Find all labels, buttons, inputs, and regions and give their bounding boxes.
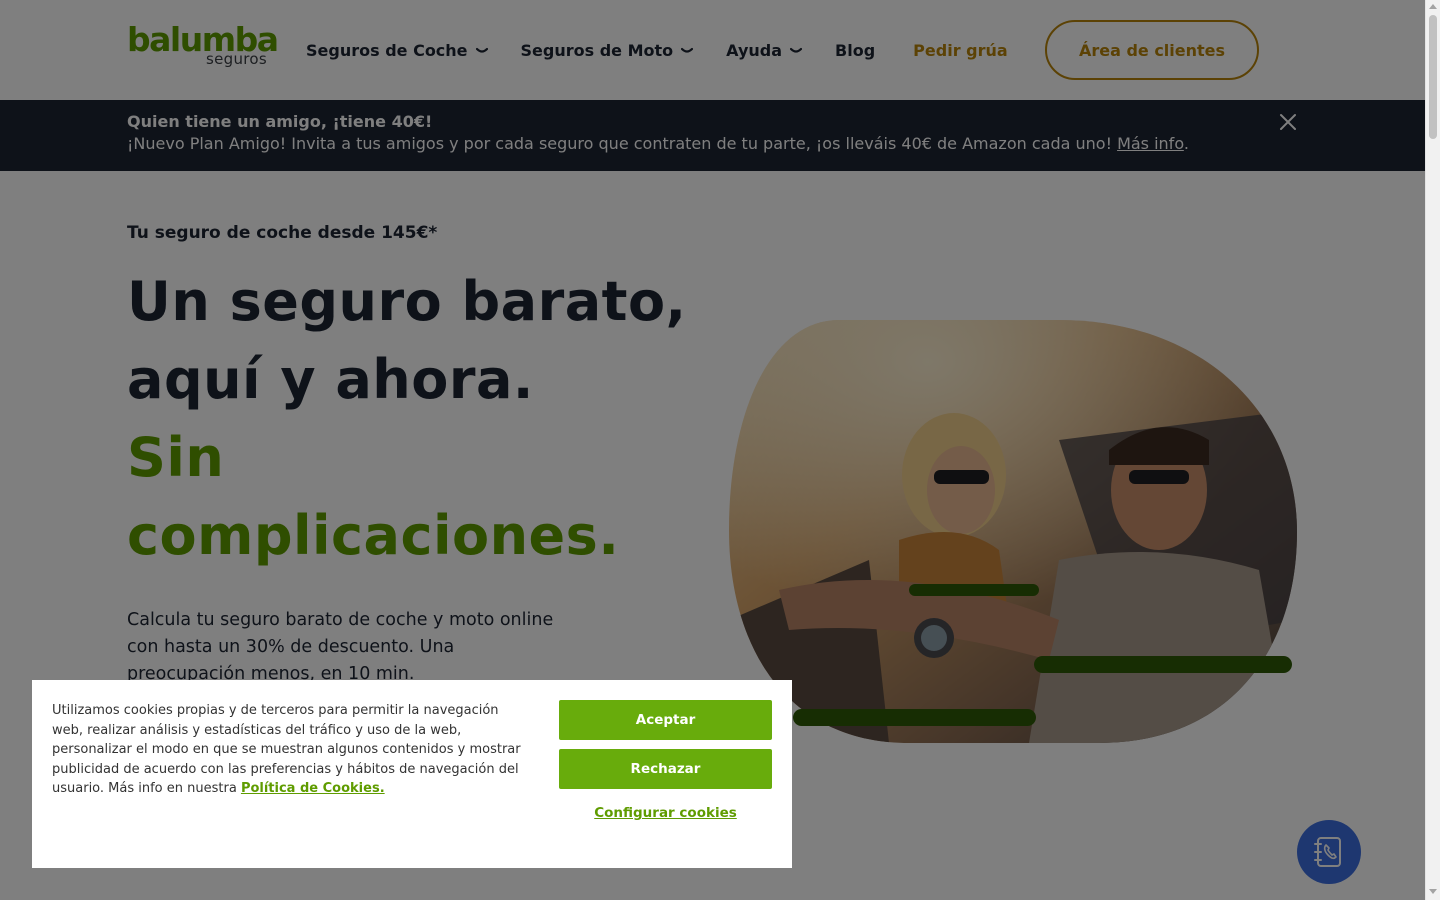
- page-scrollbar[interactable]: [1425, 0, 1440, 900]
- scroll-down-icon[interactable]: [1429, 889, 1437, 894]
- accept-cookies-button[interactable]: Aceptar: [559, 700, 772, 740]
- scroll-up-icon[interactable]: [1429, 4, 1437, 9]
- scrollbar-thumb[interactable]: [1429, 15, 1437, 139]
- cookie-consent-panel: Utilizamos cookies propias y de terceros…: [32, 680, 792, 868]
- cookie-policy-link[interactable]: Política de Cookies.: [241, 781, 385, 796]
- configure-cookies-link[interactable]: Configurar cookies: [559, 805, 772, 829]
- reject-cookies-button[interactable]: Rechazar: [559, 749, 772, 789]
- page: balumba seguros Seguros de Coche Seguros…: [0, 0, 1425, 900]
- cookie-text: Utilizamos cookies propias y de terceros…: [52, 701, 522, 799]
